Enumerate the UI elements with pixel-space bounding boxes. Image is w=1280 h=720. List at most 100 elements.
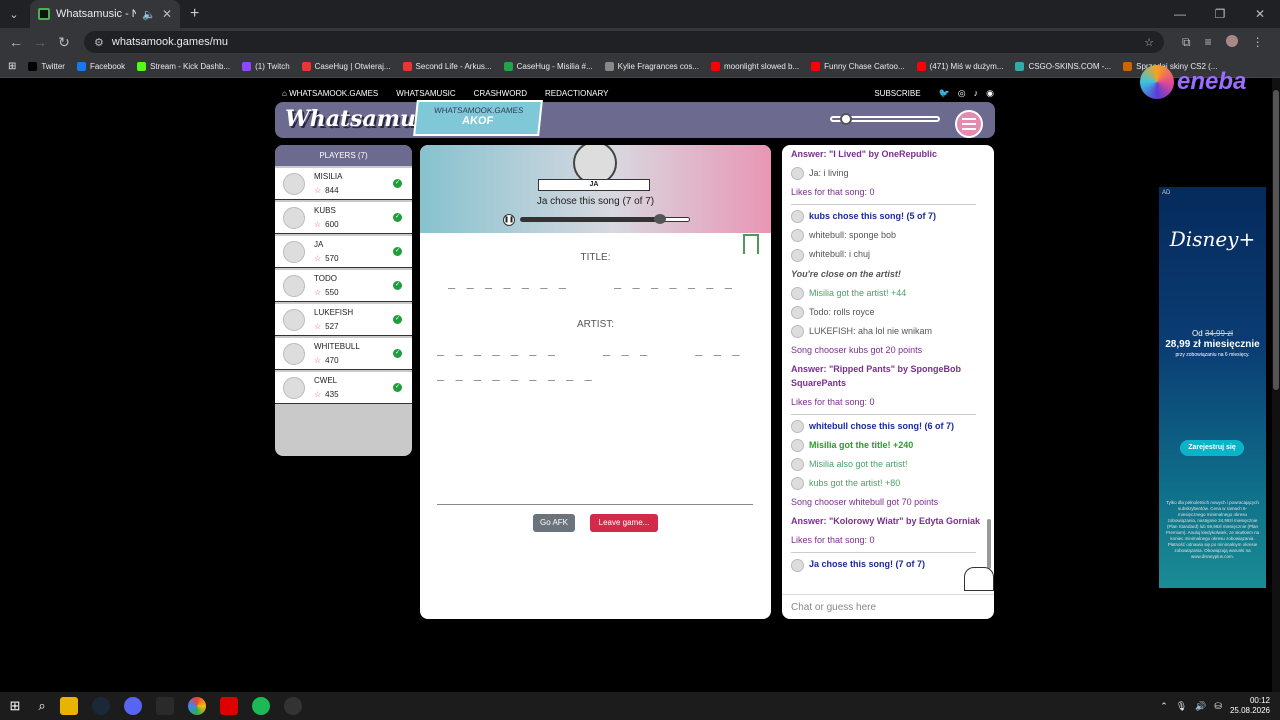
chat-message: Likes for that song: 0 <box>791 395 986 409</box>
bookmark-item[interactable]: Facebook <box>76 62 125 71</box>
chat-message: Ja: i living <box>791 166 986 181</box>
bookmark-song-icon[interactable] <box>743 234 759 254</box>
chat-input[interactable]: Chat or guess here <box>782 594 994 619</box>
nav-redactionary-link[interactable]: REDACTIONARY <box>545 89 608 98</box>
spotify-icon[interactable] <box>252 697 270 715</box>
site-info-icon[interactable]: ⚙ <box>94 36 104 49</box>
discord-icon[interactable]: ◉ <box>986 88 994 99</box>
player-score: 527 <box>325 322 339 331</box>
obs-icon[interactable] <box>284 697 302 715</box>
checkmark-icon: ✓ <box>393 281 402 290</box>
artist-blanks-line-2: _ _ _ _ _ _ _ _ _ <box>437 367 594 381</box>
volume-slider[interactable] <box>830 113 940 125</box>
chooser-band: JA Ja chose this song (7 of 7) ❚❚ <box>420 145 771 233</box>
app-icon[interactable] <box>156 697 174 715</box>
tray-chevron-icon[interactable]: ⌃ <box>1160 701 1168 712</box>
reload-icon[interactable]: ↻ <box>52 34 76 51</box>
discord-app-icon[interactable] <box>124 697 142 715</box>
microphone-icon[interactable]: 🎙 <box>1176 701 1187 712</box>
like-song-button[interactable] <box>964 567 994 591</box>
chooser-name-banner: JA <box>538 179 650 191</box>
disney-plus-ad[interactable]: AD Disney+ Od 34,99 zł 28,99 zł miesięcz… <box>1159 187 1266 588</box>
twitter-icon[interactable]: 🐦 <box>939 88 950 99</box>
nav-crashword-link[interactable]: CRASHWORD <box>474 89 527 98</box>
address-bar[interactable]: ⚙ whatsamook.games/mu ☆ <box>84 31 1164 53</box>
nav-home-link[interactable]: ⌂ WHATSAMOOK.GAMES <box>282 89 378 98</box>
extensions-icon[interactable]: ⧉ <box>1182 35 1191 50</box>
chat-scrollbar[interactable] <box>986 147 992 587</box>
forward-icon[interactable]: → <box>28 34 52 50</box>
tab-search-icon[interactable]: ⌄ <box>0 0 28 28</box>
site-nav: ⌂ WHATSAMOOK.GAMES WHATSAMUSIC CRASHWORD… <box>282 86 994 100</box>
bookmark-item[interactable]: Twitter <box>28 62 65 71</box>
windows-start-icon[interactable]: ⊞ <box>0 698 30 714</box>
chat-message-text: Misilia got the title! +240 <box>809 440 914 450</box>
network-icon[interactable]: ⛁ <box>1214 701 1222 712</box>
bookmark-item[interactable]: Second Life - Arkus... <box>402 62 492 71</box>
room-code: AKOF <box>461 115 494 127</box>
bookmark-item[interactable]: (471) Miś w dużym... <box>916 62 1003 71</box>
profile-avatar[interactable] <box>1225 34 1238 47</box>
song-progress-thumb[interactable] <box>654 214 666 224</box>
nav-whatsamusic-link[interactable]: WHATSAMUSIC <box>396 89 455 98</box>
close-window-icon[interactable]: ✕ <box>1240 0 1280 28</box>
media-control-icon[interactable]: ≡ <box>1205 35 1212 50</box>
file-explorer-icon[interactable] <box>60 697 78 715</box>
star-icon: ☆ <box>314 390 322 399</box>
bookmark-item[interactable]: Funny Chase Cartoo... <box>811 62 905 71</box>
subscribe-link[interactable]: SUBSCRIBE <box>874 89 920 98</box>
minimize-icon[interactable]: — <box>1160 0 1200 28</box>
player-avatar <box>283 377 305 399</box>
bookmark-item[interactable]: Stream - Kick Dashb... <box>137 62 230 71</box>
chat-message-text: Ja: i living <box>809 168 849 178</box>
bookmark-label: Second Life - Arkus... <box>415 62 492 71</box>
bookmark-item[interactable]: CaseHug - Misilia #... <box>503 62 593 71</box>
tiktok-icon[interactable]: ♪ <box>974 88 979 99</box>
search-icon[interactable]: ⌕ <box>30 698 54 714</box>
apps-grid-icon[interactable]: ⊞ <box>8 61 16 72</box>
game-header: Whatsamusic WHATSAMOOK.GAMES AKOF <box>275 100 995 138</box>
new-tab-icon[interactable]: + <box>190 5 199 23</box>
leave-game-button[interactable]: Leave game... <box>590 514 658 532</box>
ad-register-button[interactable]: Zarejestruj się <box>1180 440 1244 456</box>
song-progress-bar[interactable] <box>520 214 690 224</box>
chat-message-text: whitebull: sponge bob <box>809 230 897 241</box>
restore-icon[interactable]: ❐ <box>1200 0 1240 28</box>
star-icon: ☆ <box>314 220 322 229</box>
bookmark-label: Funny Chase Cartoo... <box>824 62 905 71</box>
volume-knob[interactable] <box>840 113 852 125</box>
instagram-icon[interactable]: ◎ <box>958 88 966 99</box>
bookmark-favicon-icon <box>503 62 513 71</box>
eneba-logo-icon <box>1140 65 1174 99</box>
chat-avatar <box>791 477 804 491</box>
browser-menu-icon[interactable]: ⋮ <box>1252 35 1264 50</box>
steam-icon[interactable] <box>92 697 110 715</box>
chat-message-text: Likes for that song: 0 <box>791 187 875 198</box>
bookmark-item[interactable]: Kylie Fragrances cos... <box>604 62 699 71</box>
browser-tab[interactable]: Whatsamusic - Name That 🔈 ✕ <box>30 0 180 28</box>
player-avatar <box>283 275 305 297</box>
bookmark-star-icon[interactable]: ☆ <box>1144 36 1154 49</box>
speaker-icon[interactable]: 🔈 <box>142 8 156 21</box>
page-scrollbar[interactable] <box>1272 78 1280 692</box>
volume-icon[interactable]: 🔊 <box>1195 701 1206 712</box>
chat-message-text: Song chooser whitebull got 70 points <box>791 497 939 508</box>
back-icon[interactable]: ← <box>4 34 28 50</box>
artist-blanks-line-1: _ _ _ _ _ _ _ _ _ _ _ _ _ <box>437 342 742 356</box>
bookmark-item[interactable]: (1) Twitch <box>242 62 290 71</box>
clock[interactable]: 00:12 25.08.2026 <box>1230 696 1270 716</box>
chat-message: Ja chose this song! (7 of 7) <box>791 557 986 572</box>
bookmark-item[interactable]: moonlight slowed b... <box>711 62 799 71</box>
red-app-icon[interactable] <box>220 697 238 715</box>
bookmark-item[interactable]: CaseHug | Otwieraj... <box>301 62 391 71</box>
chrome-icon[interactable] <box>188 697 206 715</box>
hamburger-menu-button[interactable] <box>955 110 983 138</box>
bookmark-item[interactable]: CSGO-SKINS.COM -... <box>1015 62 1111 71</box>
pause-icon[interactable]: ❚❚ <box>503 214 515 226</box>
go-afk-button[interactable]: Go AFK <box>533 514 575 532</box>
player-name: MISILIA <box>314 172 343 181</box>
close-tab-icon[interactable]: ✕ <box>162 7 172 21</box>
system-tray: ⌃ 🎙 🔊 ⛁ 00:12 25.08.2026 <box>1160 696 1280 716</box>
divider <box>437 504 753 505</box>
ad-legal-text: Tylko dla pełnoletnich nowych i powracaj… <box>1165 500 1260 559</box>
